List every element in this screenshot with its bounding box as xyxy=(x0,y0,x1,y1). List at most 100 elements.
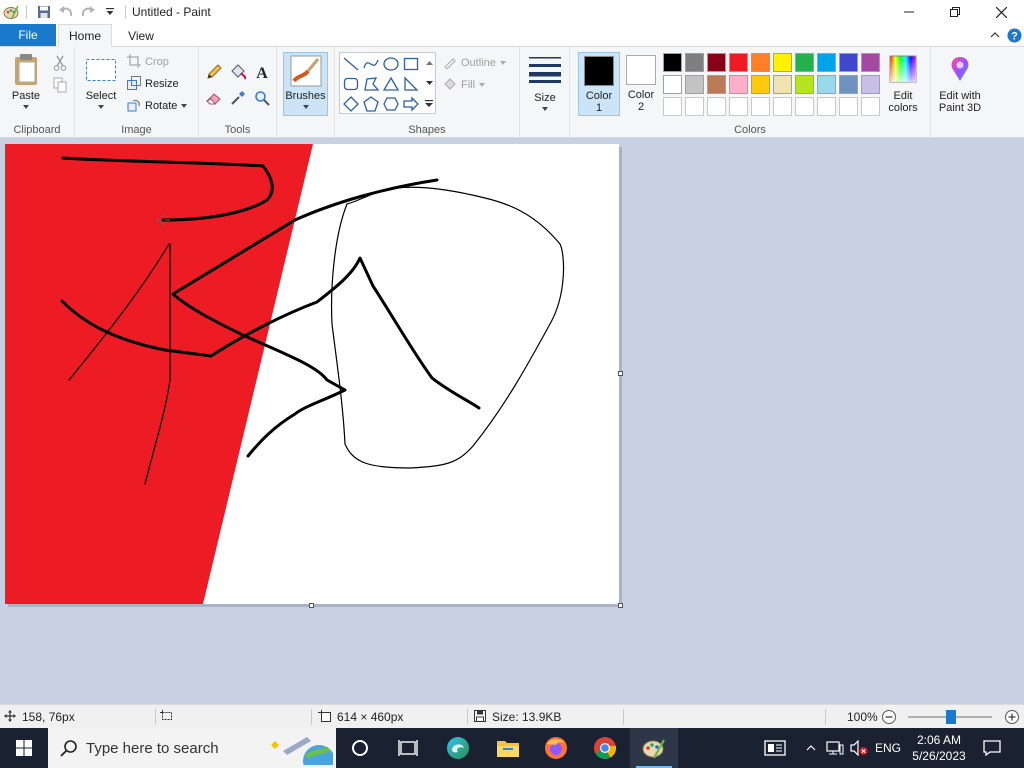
right-arrow-shape-icon[interactable] xyxy=(401,94,421,114)
palette-swatch[interactable] xyxy=(685,53,704,72)
workspace[interactable] xyxy=(0,138,1024,704)
help-icon[interactable]: ? xyxy=(1005,26,1023,44)
palette-swatch[interactable] xyxy=(751,53,770,72)
palette-swatch[interactable] xyxy=(751,75,770,94)
shapes-more-icon[interactable] xyxy=(422,93,436,113)
text-icon[interactable]: A xyxy=(252,62,272,82)
taskbar-search[interactable]: Type here to search xyxy=(48,728,336,768)
zoom-out-button[interactable] xyxy=(881,705,897,729)
rounded-rectangle-shape-icon[interactable] xyxy=(341,74,361,94)
hexagon-shape-icon[interactable] xyxy=(381,94,401,114)
chrome-button[interactable] xyxy=(581,728,629,768)
undo-icon[interactable] xyxy=(55,0,77,24)
minimize-ribbon-icon[interactable] xyxy=(986,26,1004,44)
fill-icon[interactable] xyxy=(228,62,248,82)
notifications-button[interactable] xyxy=(978,728,1006,768)
copy-icon[interactable] xyxy=(50,75,70,95)
palette-swatch[interactable] xyxy=(795,53,814,72)
palette-swatch[interactable] xyxy=(729,75,748,94)
start-button[interactable] xyxy=(0,728,48,768)
palette-swatch-empty[interactable] xyxy=(773,97,792,116)
rectangle-shape-icon[interactable] xyxy=(401,54,421,74)
fill-button[interactable]: Fill xyxy=(443,75,486,95)
line-shape-icon[interactable] xyxy=(341,54,361,74)
save-icon[interactable] xyxy=(33,0,55,24)
size-button[interactable]: Size xyxy=(525,55,565,111)
tab-view[interactable]: View xyxy=(118,24,164,47)
polygon-shape-icon[interactable] xyxy=(361,74,381,94)
paste-button[interactable]: Paste xyxy=(6,53,46,109)
palette-swatch[interactable] xyxy=(685,75,704,94)
taskbar-clock[interactable]: 2:06 AM 5/26/2023 xyxy=(906,728,972,768)
triangle-shape-icon[interactable] xyxy=(381,74,401,94)
paint-taskbar-button[interactable] xyxy=(630,728,678,768)
language-indicator[interactable]: ENG xyxy=(872,728,904,768)
drawing-canvas[interactable] xyxy=(5,144,619,604)
palette-swatch[interactable] xyxy=(707,75,726,94)
palette-swatch-empty[interactable] xyxy=(751,97,770,116)
zoom-in-button[interactable] xyxy=(1004,705,1020,729)
cut-icon[interactable] xyxy=(50,53,70,73)
palette-swatch-empty[interactable] xyxy=(707,97,726,116)
palette-swatch[interactable] xyxy=(795,75,814,94)
news-widget-button[interactable] xyxy=(760,728,790,768)
palette-swatch[interactable] xyxy=(663,75,682,94)
volume-button[interactable] xyxy=(848,728,870,768)
curve-shape-icon[interactable] xyxy=(361,54,381,74)
pencil-icon[interactable] xyxy=(204,62,224,82)
palette-swatch[interactable] xyxy=(817,53,836,72)
color-1-button[interactable]: Color 1 xyxy=(578,52,620,116)
resize-button[interactable]: Resize xyxy=(127,74,179,94)
palette-swatch[interactable] xyxy=(707,53,726,72)
rotate-button[interactable]: Rotate xyxy=(127,96,188,116)
palette-swatch-empty[interactable] xyxy=(729,97,748,116)
palette-swatch-empty[interactable] xyxy=(685,97,704,116)
palette-swatch-empty[interactable] xyxy=(795,97,814,116)
tab-home[interactable]: Home xyxy=(58,24,112,47)
palette-swatch[interactable] xyxy=(861,53,880,72)
palette-swatch-empty[interactable] xyxy=(839,97,858,116)
color-picker-icon[interactable] xyxy=(228,88,248,108)
firefox-button[interactable] xyxy=(532,728,580,768)
outline-button[interactable]: Outline xyxy=(443,53,506,73)
pentagon-shape-icon[interactable] xyxy=(361,94,381,114)
crop-button[interactable]: Crop xyxy=(127,52,169,72)
palette-swatch[interactable] xyxy=(773,53,792,72)
task-view-button[interactable] xyxy=(384,728,432,768)
shapes-scroll-down-icon[interactable] xyxy=(422,73,436,93)
palette-swatch[interactable] xyxy=(773,75,792,94)
tab-file[interactable]: File xyxy=(0,24,56,46)
close-button[interactable] xyxy=(978,0,1024,24)
customize-quick-access-icon[interactable] xyxy=(99,0,121,24)
magnifier-icon[interactable] xyxy=(252,88,272,108)
resize-handle-right[interactable] xyxy=(618,371,623,376)
resize-handle-bottom[interactable] xyxy=(309,603,314,608)
minimize-button[interactable] xyxy=(886,0,932,24)
palette-swatch[interactable] xyxy=(729,53,748,72)
file-explorer-button[interactable] xyxy=(484,728,532,768)
edge-browser-button[interactable] xyxy=(434,728,482,768)
palette-swatch-empty[interactable] xyxy=(663,97,682,116)
redo-icon[interactable] xyxy=(77,0,99,24)
oval-shape-icon[interactable] xyxy=(381,54,401,74)
right-triangle-shape-icon[interactable] xyxy=(401,74,421,94)
palette-swatch-empty[interactable] xyxy=(817,97,836,116)
paint-app-icon[interactable] xyxy=(0,0,22,24)
brushes-button[interactable]: Brushes xyxy=(283,52,328,116)
eraser-icon[interactable] xyxy=(204,88,224,108)
palette-swatch[interactable] xyxy=(663,53,682,72)
palette-swatch[interactable] xyxy=(817,75,836,94)
palette-swatch[interactable] xyxy=(861,75,880,94)
zoom-slider-thumb[interactable] xyxy=(946,710,956,724)
palette-swatch[interactable] xyxy=(839,75,858,94)
diamond-shape-icon[interactable] xyxy=(341,94,361,114)
edit-with-paint-3d-button[interactable]: Edit with Paint 3D xyxy=(934,52,986,116)
color-2-button[interactable]: Color 2 xyxy=(620,52,662,116)
palette-swatch[interactable] xyxy=(839,53,858,72)
cortana-button[interactable] xyxy=(336,728,384,768)
resize-handle-corner[interactable] xyxy=(618,603,623,608)
edit-colors-button[interactable]: Edit colors xyxy=(882,52,924,116)
palette-swatch-empty[interactable] xyxy=(861,97,880,116)
restore-button[interactable] xyxy=(932,0,978,24)
shapes-scroll-up-icon[interactable] xyxy=(422,53,436,73)
